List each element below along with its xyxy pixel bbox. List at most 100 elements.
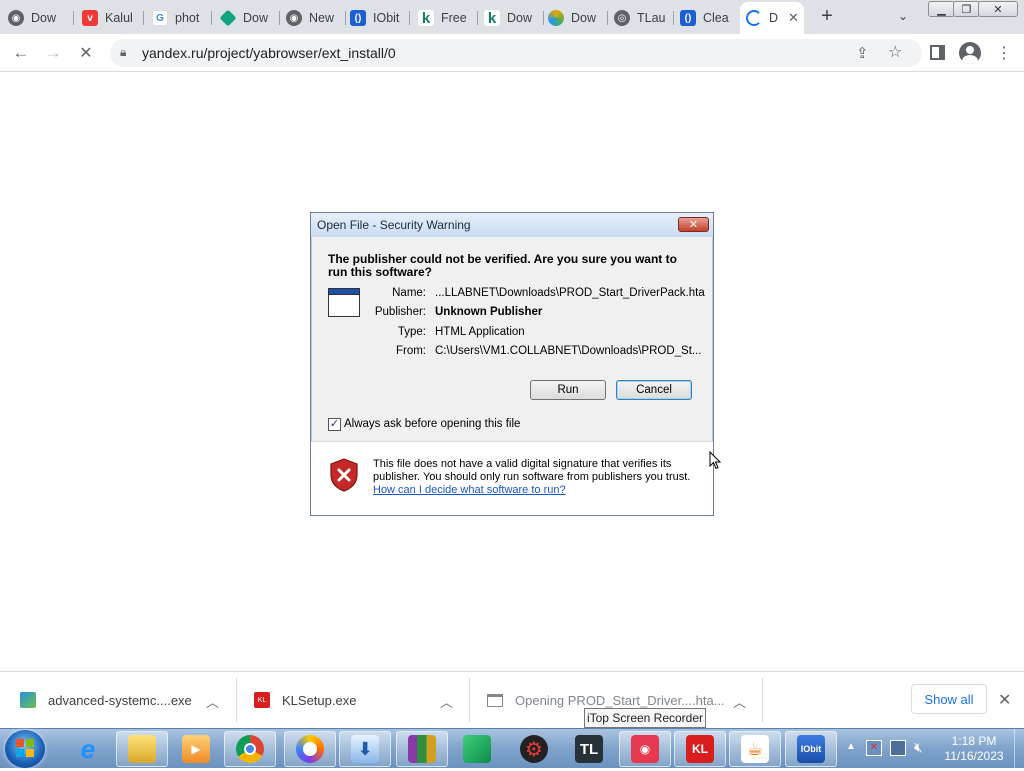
publisher-value: Unknown Publisher bbox=[435, 306, 543, 318]
tab-label: IObit bbox=[373, 11, 400, 25]
action-center-icon[interactable]: ✕ bbox=[866, 740, 882, 756]
warning-panel: This file does not have a valid digital … bbox=[311, 441, 713, 515]
tab-search-icon[interactable]: ⌄ bbox=[898, 9, 908, 23]
name-label: Name: bbox=[392, 287, 426, 299]
tab-label: New bbox=[309, 11, 335, 25]
download-filename: Opening PROD_Start_Driver....hta... bbox=[515, 692, 725, 708]
always-ask-label[interactable]: Always ask before opening this file bbox=[344, 418, 520, 430]
download-item-2[interactable]: KL KLSetup.exe bbox=[254, 678, 444, 722]
profile-avatar-icon[interactable] bbox=[959, 42, 981, 64]
dialog-titlebar[interactable]: Open File - Security Warning ✕ bbox=[311, 213, 713, 237]
dialog-heading: The publisher could not be verified. Are… bbox=[328, 252, 677, 279]
tl-taskbar-button[interactable]: TL bbox=[563, 731, 615, 767]
new-tab-button[interactable]: + bbox=[817, 6, 837, 26]
google-icon: G bbox=[152, 10, 168, 26]
show-hidden-icons-icon[interactable]: ▲ bbox=[846, 741, 856, 752]
share-icon[interactable]: ⇪ bbox=[856, 44, 869, 62]
stop-icon[interactable]: ✕ bbox=[75, 42, 97, 64]
tab-5[interactable]: ◉ New bbox=[286, 4, 346, 32]
start-button[interactable] bbox=[5, 730, 45, 768]
box-taskbar-button[interactable] bbox=[451, 731, 503, 767]
tab-3[interactable]: G phot bbox=[152, 4, 212, 32]
from-value: C:\Users\VM1.COLLABNET\Downloads\PROD_St… bbox=[435, 345, 702, 357]
side-panel-icon[interactable] bbox=[930, 45, 945, 60]
dialog-title: Open File - Security Warning bbox=[317, 218, 471, 232]
screen-recorder-taskbar-button[interactable]: ◉ bbox=[619, 731, 671, 767]
kaspersky-icon: KL bbox=[254, 692, 270, 708]
window-close-button[interactable]: ✕ bbox=[978, 1, 1018, 17]
lock-icon[interactable]: 🔒︎ bbox=[120, 45, 126, 60]
tab-10[interactable]: ◎ TLau bbox=[614, 4, 674, 32]
explorer-taskbar-button[interactable] bbox=[116, 731, 168, 767]
gear-app-taskbar-button[interactable]: ⚙ bbox=[508, 731, 560, 767]
yandex-taskbar-button[interactable] bbox=[284, 731, 336, 767]
java-taskbar-button[interactable]: ☕︎ bbox=[729, 731, 781, 767]
chrome-icon: ◉ bbox=[8, 10, 24, 26]
run-button[interactable]: Run bbox=[530, 380, 606, 400]
windows-taskbar: e ▶ ⬇ ⚙ TL ◉ KL ☕︎ IObit ▲ ✕ 🔇︎ 1:18 PM … bbox=[0, 728, 1024, 769]
ie-taskbar-button[interactable]: e bbox=[62, 731, 114, 767]
clock[interactable]: 1:18 PM 11/16/2023 bbox=[938, 734, 1010, 764]
address-bar[interactable]: 🔒︎ yandex.ru/project/yabrowser/ext_insta… bbox=[110, 39, 922, 67]
iobit-installer-taskbar-button[interactable]: IObit bbox=[785, 731, 837, 767]
yandex-icon bbox=[296, 735, 324, 763]
winrar-taskbar-button[interactable] bbox=[396, 731, 448, 767]
tab-label: Dow bbox=[243, 11, 269, 25]
tab-label: TLau bbox=[637, 11, 666, 25]
download-item-1[interactable]: advanced-systemc....exe bbox=[20, 678, 230, 722]
restore-button[interactable]: ❐ bbox=[953, 1, 980, 17]
tab-8[interactable]: k Dow bbox=[484, 4, 544, 32]
menu-kebab-icon[interactable]: ⋮ bbox=[993, 42, 1015, 64]
chevron-up-icon[interactable]: ︿ bbox=[206, 692, 219, 711]
installer-icon bbox=[20, 692, 36, 708]
media-player-taskbar-button[interactable]: ▶ bbox=[170, 731, 222, 767]
clock-time: 1:18 PM bbox=[951, 734, 997, 748]
downloader-taskbar-button[interactable]: ⬇ bbox=[339, 731, 391, 767]
tab-9[interactable]: Dow bbox=[548, 4, 608, 32]
vivaldi-icon: v bbox=[82, 10, 98, 26]
screen-recorder-icon: ◉ bbox=[631, 735, 659, 763]
close-downloads-icon[interactable]: ✕ bbox=[998, 690, 1011, 710]
tab-label: Dow bbox=[571, 11, 597, 25]
kl-icon: KL bbox=[686, 735, 714, 763]
kl-taskbar-button[interactable]: KL bbox=[674, 731, 726, 767]
chevron-up-icon[interactable]: ︿ bbox=[440, 692, 453, 711]
file-icon bbox=[487, 693, 503, 707]
tab-4[interactable]: Dow bbox=[220, 4, 280, 32]
type-value: HTML Application bbox=[435, 326, 525, 338]
always-ask-checkbox[interactable]: ✓ bbox=[328, 418, 341, 431]
chrome-taskbar-button[interactable] bbox=[224, 731, 276, 767]
dialog-close-button[interactable]: ✕ bbox=[678, 217, 709, 232]
tab-11[interactable]: () Clea bbox=[680, 4, 738, 32]
forward-icon[interactable]: → bbox=[42, 42, 64, 64]
tab-active[interactable]: D ✕ bbox=[740, 2, 804, 34]
url-text[interactable]: yandex.ru/project/yabrowser/ext_install/… bbox=[142, 45, 396, 61]
k-icon: k bbox=[418, 10, 434, 27]
bookmark-star-icon[interactable]: ☆ bbox=[888, 42, 902, 62]
iobit-icon: () bbox=[680, 10, 696, 26]
show-desktop-button[interactable] bbox=[1014, 729, 1024, 769]
close-tab-icon[interactable]: ✕ bbox=[788, 10, 799, 26]
network-icon[interactable] bbox=[890, 740, 906, 756]
tab-1[interactable]: ◉ Dow bbox=[8, 4, 74, 32]
diamond-icon bbox=[220, 9, 237, 27]
help-link[interactable]: How can I decide what software to run? bbox=[373, 484, 566, 496]
tab-strip: ◉ Dow v Kalul G phot Dow ◉ New () IObit … bbox=[0, 0, 1024, 34]
volume-muted-icon[interactable]: 🔇︎ bbox=[914, 739, 923, 756]
tab-label: phot bbox=[175, 11, 200, 25]
tab-7[interactable]: k Free bbox=[418, 4, 478, 32]
chevron-up-icon[interactable]: ︿ bbox=[733, 692, 746, 711]
minimize-button[interactable]: ▁ bbox=[928, 1, 955, 17]
tab-label: Dow bbox=[507, 11, 533, 25]
tab-2[interactable]: v Kalul bbox=[82, 4, 144, 32]
cancel-button[interactable]: Cancel bbox=[616, 380, 692, 400]
warning-text: This file does not have a valid digital … bbox=[373, 458, 691, 483]
back-icon[interactable]: ← bbox=[10, 42, 32, 64]
type-label: Type: bbox=[397, 326, 426, 338]
chrome-icon: ◉ bbox=[286, 10, 302, 26]
winrar-icon bbox=[408, 735, 436, 763]
explorer-icon bbox=[128, 735, 156, 763]
globe-icon: ◎ bbox=[614, 10, 630, 26]
tab-6[interactable]: () IObit bbox=[350, 4, 410, 32]
show-all-button[interactable]: Show all bbox=[911, 684, 987, 714]
